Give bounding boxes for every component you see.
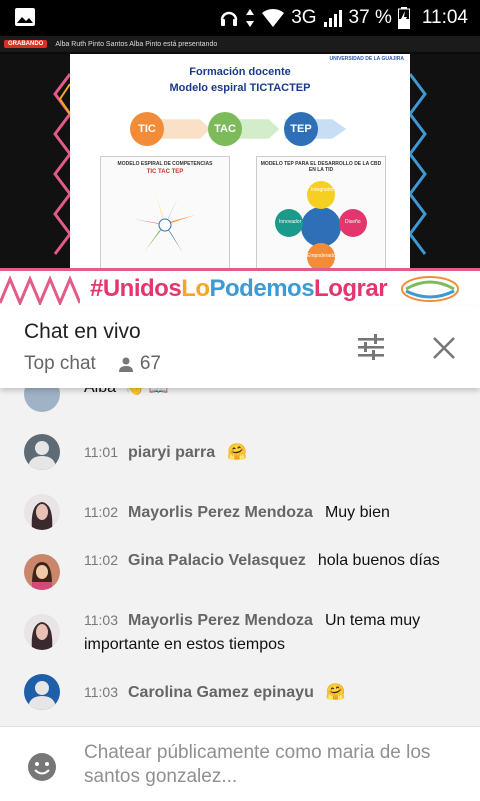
chat-input[interactable]: Chatear públicamente como maria de los s… — [84, 741, 444, 789]
message-body: 11:01 piaryi parra 🤗 — [84, 440, 464, 465]
chat-input-area: Chatear públicamente como maria de los s… — [0, 726, 480, 801]
message-body: 11:02 Mayorlis Perez Mendoza Muy bien — [84, 500, 464, 525]
message-author[interactable]: Mayorlis Perez Mendoza — [128, 504, 313, 521]
data-arrows-icon — [246, 9, 255, 27]
chat-title: Chat en vivo — [24, 320, 141, 343]
hashtag-text: #UnidosLoPodemosLograr — [90, 275, 388, 302]
close-icon[interactable] — [430, 334, 458, 362]
chat-header: Chat en vivo Top chat 67 — [0, 306, 480, 388]
status-bar: 3G 37 % 11:04 — [0, 0, 480, 36]
avatar — [24, 434, 60, 470]
slide-subtitle: Modelo espiral TICTACTEP — [169, 82, 311, 94]
message-time: 11:03 — [84, 684, 118, 700]
tune-icon[interactable] — [356, 332, 386, 362]
network-type: 3G — [291, 7, 317, 28]
message-body: 11:03 Mayorlis Perez Mendoza Un tema muy i… — [84, 608, 464, 657]
chat-mode-selector[interactable]: Top chat — [24, 353, 96, 375]
user-photo — [24, 554, 60, 590]
decorative-pattern — [53, 73, 72, 255]
message-author[interactable]: Gina Palacio Velasquez — [128, 552, 306, 569]
message-emoji: 🤗 — [325, 683, 346, 701]
message-author[interactable]: Carolina Gamez epinayu — [128, 684, 314, 701]
message-emoji: 🤗 — [227, 443, 248, 461]
viewer-count-value: 67 — [139, 353, 161, 374]
avatar — [24, 674, 60, 710]
tep-label-empoderado: Empoderado — [307, 253, 336, 259]
message-body: Alba 👋 📖 — [84, 388, 464, 400]
message-body: 11:03 Carolina Gamez epinayu 🤗 — [84, 680, 464, 705]
signal-icon — [323, 10, 342, 27]
university-logo: UNIVERSIDAD DE LA GUAJIRA — [329, 56, 404, 62]
presentation-slide: UNIVERSIDAD DE LA GUAJIRA Formación doce… — [70, 54, 410, 278]
battery-charging-icon — [397, 7, 410, 29]
message-text: Alba — [84, 388, 116, 396]
spiral-graphic — [133, 193, 195, 253]
tep-caption: MODELO TEP PARA EL DESARROLLO DE LA CBD … — [260, 161, 382, 173]
message-author[interactable]: piaryi parra — [128, 444, 215, 461]
event-logo — [401, 276, 459, 302]
recording-badge: GRABANDO — [4, 40, 48, 48]
presenter-text: Alba Ruth Pinto Santos Alba Pinto está p… — [55, 40, 218, 48]
hashtag-banner: #UnidosLoPodemosLograr — [0, 268, 480, 306]
viewer-count: 67 — [118, 353, 161, 375]
clock: 11:04 — [421, 7, 468, 28]
chat-mode-row[interactable]: Top chat 67 — [24, 353, 161, 375]
tep-model-box: MODELO TEP PARA EL DESARROLLO DE LA CBD … — [256, 156, 386, 276]
chat-messages[interactable]: Alba 👋 📖 11:01 piaryi parra 🤗 11:02 Mayorli… — [0, 388, 480, 726]
tep-label-integrador: Integrador — [311, 187, 334, 193]
meeting-bar: GRABANDO Alba Ruth Pinto Santos Alba Pin… — [0, 36, 480, 52]
image-icon — [15, 8, 35, 26]
left-video-margin — [0, 54, 72, 268]
avatar — [24, 388, 60, 412]
battery-percent: 37 % — [348, 7, 392, 28]
message-time: 11:02 — [84, 504, 118, 520]
message-time: 11:03 — [84, 612, 118, 628]
spiral-caption: MODELO ESPIRAL DE COMPETENCIAS — [117, 161, 213, 167]
avatar — [24, 614, 60, 650]
tep-label-innovador: Innovador — [279, 219, 302, 225]
default-avatar-icon — [24, 434, 60, 470]
decorative-pattern — [408, 73, 427, 255]
avatar — [24, 554, 60, 590]
message-time: 11:02 — [84, 552, 118, 568]
headphones-icon — [220, 11, 238, 26]
stage-tic: TIC — [130, 112, 164, 146]
stage-tep: TEP — [284, 112, 318, 146]
banner-pattern — [0, 275, 80, 305]
user-photo — [24, 614, 60, 650]
user-photo — [24, 494, 60, 530]
emoji-picker-icon[interactable] — [26, 751, 58, 783]
message-time: 11:01 — [84, 444, 118, 460]
message-body: 11:02 Gina Palacio Velasquez hola buenos d… — [84, 548, 464, 573]
stage-tac: TAC — [208, 112, 242, 146]
person-icon — [118, 357, 133, 372]
right-video-margin — [408, 54, 480, 268]
message-emoji: 👋 📖 — [124, 388, 168, 400]
message-text: Muy bien — [324, 504, 390, 521]
message-author[interactable]: Mayorlis Perez Mendoza — [128, 612, 313, 629]
avatar — [24, 494, 60, 530]
message-text: hola buenos días — [317, 552, 440, 569]
default-avatar-icon — [24, 674, 60, 710]
slide-title: Formación docente — [189, 66, 291, 78]
wifi-icon — [262, 8, 285, 27]
video-player[interactable]: GRABANDO Alba Ruth Pinto Santos Alba Pin… — [0, 36, 480, 306]
spiral-model-box: MODELO ESPIRAL DE COMPETENCIAS TIC TAC T… — [100, 156, 230, 276]
tep-label-diseno: Diseño — [345, 219, 361, 225]
